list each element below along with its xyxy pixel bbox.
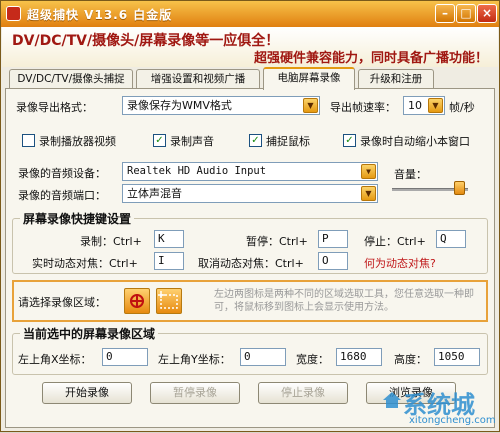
fps-unit: 帧/秒 — [449, 101, 475, 114]
y-coord-label: 左上角Y坐标： — [158, 353, 231, 366]
record-hotkey-label: 录制：Ctrl+ — [80, 235, 142, 248]
auto-minimize-label: 录像时自动缩小本窗口 — [360, 135, 470, 148]
height-label: 高度： — [394, 353, 427, 366]
audio-device-value: Realtek HD Audio Input — [127, 165, 267, 177]
record-player-label: 录制播放器视频 — [39, 135, 116, 148]
watermark: 系统城 xitongcheng.com — [381, 385, 500, 433]
crosshair-icon — [130, 294, 144, 308]
audio-port-value: 立体声混音 — [127, 187, 182, 200]
tab-screen-record[interactable]: 电脑屏幕录像 — [263, 67, 355, 90]
hotkeys-title: 屏幕录像快捷键设置 — [20, 210, 135, 227]
pause-hotkey-label: 暂停：Ctrl+ — [246, 235, 308, 248]
volume-slider-thumb[interactable] — [453, 181, 465, 195]
height-input[interactable]: 1050 — [434, 348, 480, 366]
stop-record-button[interactable]: 停止录像 — [258, 382, 348, 404]
record-sound-label: 录制声音 — [170, 135, 214, 148]
chevron-down-icon: ▼ — [361, 186, 376, 201]
cancel-focus-hotkey-input[interactable]: O — [318, 252, 348, 270]
volume-label: 音量： — [394, 168, 427, 181]
audio-port-label: 录像的音频端口： — [18, 189, 106, 202]
export-format-select[interactable]: 录像保存为WMV格式 ▼ — [122, 96, 320, 115]
pause-record-button[interactable]: 暂停录像 — [150, 382, 240, 404]
maximize-button[interactable]: □ — [456, 4, 476, 23]
app-window: 超级捕快 V13.6 白金版 – □ × DV/DC/TV/摄像头/屏幕录像等一… — [0, 0, 500, 432]
record-hotkey-input[interactable]: K — [154, 230, 184, 248]
y-coord-input[interactable]: 0 — [240, 348, 286, 366]
chevron-down-icon: ▼ — [361, 164, 376, 179]
house-logo-icon — [383, 392, 401, 408]
chevron-down-icon: ▼ — [428, 98, 443, 113]
app-logo-icon — [6, 6, 21, 21]
current-region-title: 当前选中的屏幕录像区域 — [20, 325, 159, 342]
capture-mouse-label: 捕捉鼠标 — [266, 135, 310, 148]
width-input[interactable]: 1680 — [336, 348, 382, 366]
width-label: 宽度： — [296, 353, 329, 366]
what-is-focus-link[interactable]: 何为动态对焦? — [364, 255, 436, 271]
audio-device-label: 录像的音频设备： — [18, 167, 106, 180]
tab-bar: DV/DC/TV/摄像头捕捉 增强设置和视频广播 电脑屏幕录像 升级和注册 — [5, 67, 495, 90]
stop-hotkey-input[interactable]: Q — [436, 230, 466, 248]
capture-mouse-checkbox[interactable]: ✓ — [249, 134, 262, 147]
x-coord-input[interactable]: 0 — [102, 348, 148, 366]
tab-capture[interactable]: DV/DC/TV/摄像头捕捉 — [9, 69, 133, 89]
record-player-checkbox[interactable] — [22, 134, 35, 147]
audio-port-select[interactable]: 立体声混音 ▼ — [122, 184, 378, 203]
region-tool-1-button[interactable] — [124, 288, 150, 314]
focus-hotkey-input[interactable]: I — [154, 252, 184, 270]
record-sound-checkbox[interactable]: ✓ — [153, 134, 166, 147]
tab-upgrade[interactable]: 升级和注册 — [358, 69, 434, 89]
fps-label: 导出帧速率： — [330, 101, 396, 114]
chevron-down-icon: ▼ — [303, 98, 318, 113]
region-select-icon — [158, 291, 178, 309]
cancel-focus-hotkey-label: 取消动态对焦：Ctrl+ — [198, 257, 304, 270]
focus-hotkey-label: 实时动态对焦：Ctrl+ — [32, 257, 138, 270]
watermark-url: xitongcheng.com — [409, 415, 496, 426]
auto-minimize-checkbox[interactable]: ✓ — [343, 134, 356, 147]
fps-value: 10 — [408, 99, 422, 112]
screen-record-panel: 录像导出格式： 录像保存为WMV格式 ▼ 导出帧速率： 10 ▼ 帧/秒 录制播… — [5, 88, 495, 428]
region-hint: 左边两图标是两种不同的区域选取工具，您任意选取一种即可，将鼠标移到图标上会显示使… — [214, 289, 474, 313]
banner-line-2: 超强硬件兼容能力，同时具备广播功能！ — [253, 51, 488, 66]
region-select-label: 请选择录像区域： — [18, 296, 106, 309]
banner-line-1: DV/DC/TV/摄像头/屏幕录像等一应俱全！ — [12, 33, 280, 49]
export-format-value: 录像保存为WMV格式 — [127, 99, 232, 112]
window-title: 超级捕快 V13.6 白金版 — [27, 8, 173, 22]
audio-device-select[interactable]: Realtek HD Audio Input ▼ — [122, 162, 378, 181]
pause-hotkey-input[interactable]: P — [318, 230, 348, 248]
tab-enhanced[interactable]: 增强设置和视频广播 — [136, 69, 260, 89]
promo-banner: DV/DC/TV/摄像头/屏幕录像等一应俱全！ 超强硬件兼容能力，同时具备广播功… — [2, 27, 498, 67]
region-tool-2-button[interactable] — [156, 288, 182, 314]
x-coord-label: 左上角X坐标： — [18, 353, 92, 366]
minimize-button[interactable]: – — [435, 4, 455, 23]
close-button[interactable]: × — [477, 4, 497, 23]
fps-select[interactable]: 10 ▼ — [403, 96, 445, 115]
region-select-box: 请选择录像区域： 左边两图标是两种不同的区域选取工具，您任意选取一种即可，将鼠标… — [12, 280, 488, 322]
start-record-button[interactable]: 开始录像 — [42, 382, 132, 404]
stop-hotkey-label: 停止：Ctrl+ — [364, 235, 426, 248]
export-format-label: 录像导出格式： — [16, 101, 93, 114]
title-bar[interactable]: 超级捕快 V13.6 白金版 – □ × — [1, 1, 499, 27]
